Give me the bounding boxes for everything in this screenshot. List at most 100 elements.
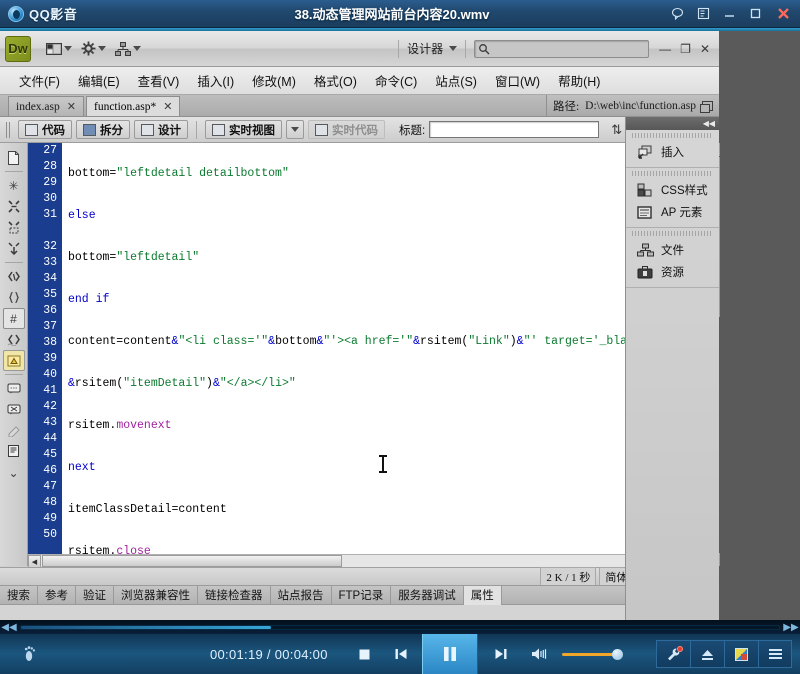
results-tab-ftp-log[interactable]: FTP记录 bbox=[332, 585, 392, 605]
open-documents-icon[interactable] bbox=[3, 147, 25, 168]
menu-edit[interactable]: 编辑(E) bbox=[69, 68, 129, 93]
toolbar-grip[interactable] bbox=[6, 121, 11, 138]
menu-window[interactable]: 窗口(W) bbox=[486, 68, 549, 93]
file-management-icon[interactable]: ⇅ bbox=[611, 122, 622, 138]
code-horizontal-scrollbar[interactable]: ◀ ▶ bbox=[28, 554, 706, 568]
dock-grip[interactable] bbox=[632, 171, 713, 176]
seek-bar[interactable] bbox=[20, 624, 780, 630]
volume-knob[interactable] bbox=[611, 648, 623, 660]
code-text-area[interactable]: bottom="leftdetail detailbottom" else bo… bbox=[62, 143, 706, 566]
dw-close-button[interactable]: ✕ bbox=[700, 42, 710, 56]
qq-logo-icon bbox=[8, 5, 24, 22]
page-title-input[interactable] bbox=[429, 121, 600, 138]
rewind-icon[interactable]: ◀◀ bbox=[0, 622, 18, 633]
results-tab-properties[interactable]: 属性 bbox=[463, 585, 502, 605]
tools-button[interactable] bbox=[656, 640, 690, 668]
document-size-status: 2 K / 1 秒 bbox=[540, 566, 597, 587]
horizontal-scroll-thumb[interactable] bbox=[42, 555, 342, 567]
menu-view[interactable]: 查看(V) bbox=[129, 68, 189, 93]
close-icon[interactable]: ✕ bbox=[67, 100, 76, 113]
view-split-button[interactable]: 拆分 bbox=[76, 120, 130, 139]
panel-insert[interactable]: 插入 bbox=[626, 141, 719, 163]
wrap-tag-icon[interactable] bbox=[3, 420, 25, 441]
balance-braces-icon[interactable] bbox=[3, 287, 25, 308]
stop-button[interactable] bbox=[350, 639, 380, 669]
line-numbers-icon[interactable]: # bbox=[2, 308, 25, 329]
menu-file[interactable]: 文件(F) bbox=[10, 68, 69, 93]
assets-icon bbox=[636, 264, 654, 280]
dock-grip[interactable] bbox=[632, 231, 713, 236]
results-tab-bar: 搜索 参考 验证 浏览器兼容性 链接检查器 站点报告 FTP记录 服务器调试 属… bbox=[0, 585, 706, 605]
syntax-error-alerts-icon[interactable] bbox=[2, 350, 25, 371]
panel-ap-elements[interactable]: AP 元素 bbox=[626, 201, 719, 223]
recent-snippets-icon[interactable] bbox=[3, 441, 25, 462]
tab-function-asp[interactable]: function.asp* ✕ bbox=[85, 96, 181, 116]
next-button[interactable] bbox=[486, 639, 516, 669]
menu-site[interactable]: 站点(S) bbox=[426, 68, 486, 93]
panel-files[interactable]: 文件 bbox=[626, 239, 719, 261]
dw-search-box[interactable] bbox=[474, 39, 650, 58]
eject-button[interactable] bbox=[690, 640, 724, 668]
screenshot-button[interactable] bbox=[724, 640, 758, 668]
workspace-switcher-label[interactable]: 设计器 bbox=[407, 40, 443, 57]
pause-button[interactable] bbox=[421, 634, 478, 674]
menu-commands[interactable]: 命令(C) bbox=[366, 68, 426, 93]
dw-maximize-button[interactable]: ❐ bbox=[680, 42, 691, 56]
volume-icon[interactable] bbox=[524, 639, 554, 669]
dw-window-buttons: — ❐ ✕ bbox=[649, 42, 719, 56]
dock-collapse-header[interactable]: ◀◀ bbox=[626, 117, 719, 130]
results-tab-search[interactable]: 搜索 bbox=[0, 585, 38, 605]
volume-slider[interactable] bbox=[561, 648, 623, 660]
footprint-icon[interactable] bbox=[0, 645, 60, 663]
chevron-down-icon bbox=[291, 127, 299, 132]
select-parent-tag-icon[interactable] bbox=[3, 266, 25, 287]
panel-label: 文件 bbox=[661, 245, 684, 257]
playlist-icon[interactable] bbox=[690, 1, 716, 27]
restore-window-icon[interactable] bbox=[700, 100, 713, 113]
live-view-options-button[interactable] bbox=[286, 120, 304, 139]
results-tab-site-reports[interactable]: 站点报告 bbox=[271, 585, 332, 605]
fast-forward-icon[interactable]: ▶▶ bbox=[782, 622, 800, 633]
results-tab-server-debug[interactable]: 服务器调试 bbox=[391, 585, 464, 605]
results-tab-validation[interactable]: 验证 bbox=[76, 585, 114, 605]
tab-index-asp[interactable]: index.asp ✕ bbox=[8, 96, 84, 116]
expand-all-icon[interactable] bbox=[3, 238, 25, 259]
results-tab-link-checker[interactable]: 链接检查器 bbox=[198, 585, 271, 605]
view-code-button[interactable]: 代码 bbox=[18, 120, 72, 139]
panel-css-styles[interactable]: CSS样式 bbox=[626, 179, 719, 201]
maximize-button[interactable] bbox=[742, 1, 768, 27]
panel-label: 插入 bbox=[661, 147, 684, 159]
previous-button[interactable] bbox=[386, 639, 416, 669]
code-editor[interactable]: 27 28 29 30 31 32 33 34 35 36 37 38 39 40 41 42 43 4… bbox=[28, 143, 706, 566]
collapse-selection-icon[interactable] bbox=[3, 217, 25, 238]
extend-button[interactable] bbox=[78, 39, 109, 58]
minimize-button[interactable] bbox=[716, 1, 742, 27]
highlight-invalid-code-icon[interactable] bbox=[3, 329, 25, 350]
more-tools-icon[interactable]: ⌄ bbox=[3, 462, 25, 483]
view-design-button[interactable]: 设计 bbox=[134, 120, 188, 139]
dock-grip[interactable] bbox=[632, 133, 713, 138]
layout-button[interactable] bbox=[43, 40, 75, 58]
menu-insert[interactable]: 插入(I) bbox=[188, 68, 243, 93]
live-view-button[interactable]: 实时视图 bbox=[205, 120, 282, 139]
remove-comment-icon[interactable] bbox=[3, 399, 25, 420]
dw-minimize-button[interactable]: — bbox=[659, 42, 671, 56]
menu-help[interactable]: 帮助(H) bbox=[549, 68, 609, 93]
apply-comment-icon[interactable] bbox=[3, 378, 25, 399]
panel-assets[interactable]: 资源 bbox=[626, 261, 719, 283]
player-brand-label: QQ影音 bbox=[29, 7, 78, 22]
results-tab-browser-compat[interactable]: 浏览器兼容性 bbox=[114, 585, 198, 605]
comment-icon[interactable] bbox=[664, 1, 690, 27]
video-surface[interactable]: Dw 设计器 — ❐ ✕ 文件(F) 编辑(E) 查看(V) 插入(I) 修改(… bbox=[0, 31, 800, 620]
playlist-button[interactable] bbox=[758, 640, 792, 668]
menu-format[interactable]: 格式(O) bbox=[305, 68, 366, 93]
collapse-full-tag-icon[interactable]: ✳ bbox=[3, 175, 25, 196]
design-view-icon bbox=[141, 123, 154, 136]
site-button[interactable] bbox=[112, 40, 144, 58]
chevron-down-icon[interactable] bbox=[449, 46, 458, 51]
close-button[interactable] bbox=[768, 1, 798, 27]
close-icon[interactable]: ✕ bbox=[163, 100, 172, 113]
collapse-outside-tag-icon[interactable] bbox=[3, 196, 25, 217]
menu-modify[interactable]: 修改(M) bbox=[243, 68, 305, 93]
results-tab-reference[interactable]: 参考 bbox=[38, 585, 76, 605]
